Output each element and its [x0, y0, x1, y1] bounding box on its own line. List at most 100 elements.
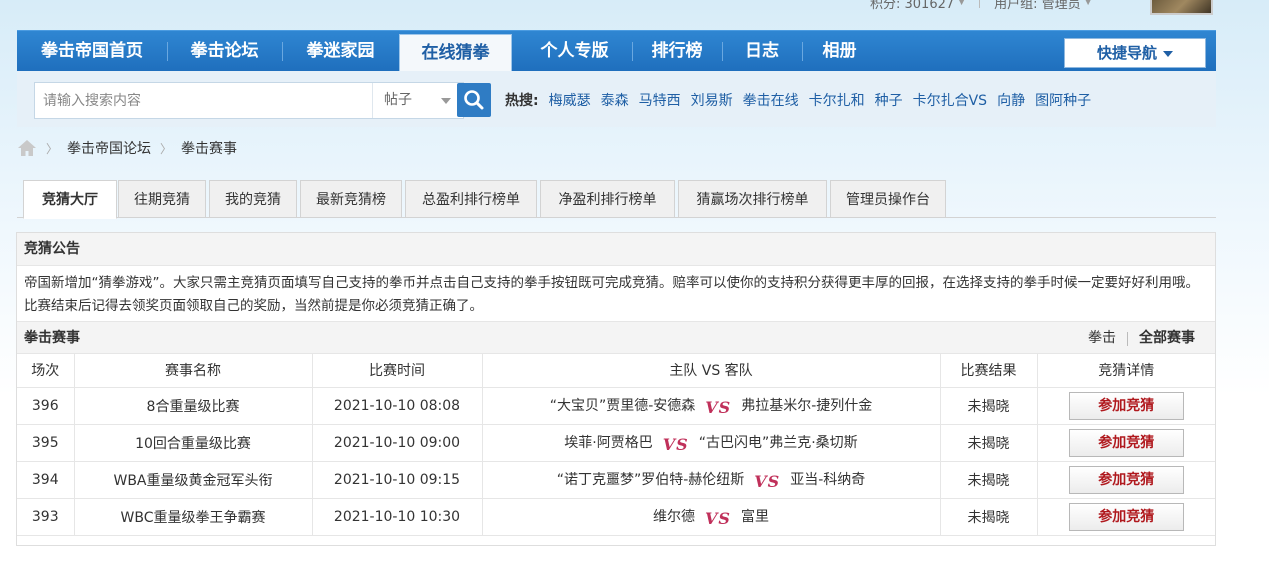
col-header: 竞猜详情: [1036, 354, 1215, 388]
chevron-down-icon[interactable]: ▼: [1085, 0, 1092, 7]
table-header-row: 场次 赛事名称 比赛时间 主队 VS 客队 比赛结果 竞猜详情: [17, 354, 1215, 388]
tab-latest-ranking[interactable]: 最新竞猜榜: [300, 180, 402, 218]
tab-wins-ranking[interactable]: 猜赢场次排行榜单: [678, 180, 827, 218]
vs-icon: VS: [705, 508, 731, 528]
home-fighter: 埃菲·阿贾格巴: [564, 434, 653, 451]
hot-search-link[interactable]: 拳击在线: [743, 90, 799, 110]
col-header: 主队 VS 客队: [481, 354, 941, 388]
hot-search-link[interactable]: 泰森: [601, 90, 629, 110]
nav-item-forum[interactable]: 拳击论坛: [167, 31, 282, 71]
search-box: 帖子: [34, 82, 464, 119]
user-strip: 积分: 301627 ▼ 用户组: 管理员 ▼: [870, 0, 1092, 12]
search-input[interactable]: [35, 83, 371, 118]
hot-search-link[interactable]: 卡尔扎和: [809, 90, 865, 110]
hot-search-link[interactable]: 图阿种子: [1035, 90, 1091, 110]
nav-item-guess[interactable]: 在线猜拳: [399, 34, 512, 72]
event-action: 参加竞猜: [1036, 423, 1215, 462]
event-action: 参加竞猜: [1036, 497, 1215, 536]
away-fighter: 富里: [740, 508, 769, 525]
filter-boxing-link[interactable]: 拳击: [1088, 322, 1116, 355]
chevron-right-icon: 〉: [46, 141, 59, 156]
away-fighter: “古巴闪电”弗兰克·桑切斯: [698, 434, 858, 451]
table-row: 396 8合重量级比赛 2021-10-10 08:08 “大宝贝”贾里德-安德…: [17, 386, 1215, 425]
chevron-right-icon: 〉: [160, 141, 173, 156]
tab-admin-console[interactable]: 管理员操作台: [830, 180, 946, 218]
event-result: 未揭晓: [939, 423, 1038, 462]
breadcrumb-item[interactable]: 拳击赛事: [181, 138, 237, 158]
event-result: 未揭晓: [939, 386, 1038, 425]
home-fighter: 维尔德: [653, 508, 696, 525]
vs-icon: VS: [754, 471, 781, 491]
avatar[interactable]: [1150, 0, 1213, 15]
events-header: 拳击赛事 拳击 全部赛事: [17, 321, 1215, 354]
nav-item-ranking[interactable]: 排行榜: [632, 31, 722, 71]
search-button[interactable]: [457, 83, 491, 117]
user-points: 积分: 301627: [870, 0, 955, 12]
hot-search-link[interactable]: 马特西: [639, 90, 681, 110]
chevron-down-icon: [441, 98, 451, 104]
hot-search-label: 热搜:: [505, 93, 539, 109]
event-no: 393: [17, 497, 75, 536]
search-type-select[interactable]: 帖子: [372, 83, 463, 118]
tab-guess-hall[interactable]: 竞猜大厅: [23, 180, 117, 219]
event-matchup: 维尔德 VS 富里: [481, 497, 941, 536]
event-name: WBC重量级拳王争霸赛: [73, 497, 313, 536]
event-time: 2021-10-10 08:08: [311, 386, 483, 425]
hot-search-link[interactable]: 卡尔扎合VS: [913, 90, 987, 110]
away-fighter: 弗拉基米尔-捷列什金: [741, 397, 873, 414]
search-type-label: 帖子: [384, 92, 412, 108]
join-guess-button[interactable]: 参加竞猜: [1068, 465, 1184, 494]
tab-total-profit[interactable]: 总盈利排行榜单: [405, 180, 537, 218]
nav-item-home[interactable]: 拳击帝国首页: [17, 31, 167, 71]
event-result: 未揭晓: [939, 497, 1038, 536]
tab-net-profit[interactable]: 净盈利排行榜单: [540, 180, 675, 218]
join-guess-button[interactable]: 参加竞猜: [1068, 391, 1184, 420]
home-fighter: “诺丁克噩梦”罗伯特-赫伦纽斯: [556, 471, 745, 488]
hot-search: 热搜: 梅威瑟 泰森 马特西 刘易斯 拳击在线 卡尔扎和 种子 卡尔扎合VS 向…: [505, 90, 1091, 110]
hot-search-link[interactable]: 向静: [997, 90, 1025, 110]
join-guess-button[interactable]: 参加竞猜: [1068, 502, 1184, 531]
event-time: 2021-10-10 09:15: [311, 460, 483, 499]
event-matchup: “诺丁克噩梦”罗伯特-赫伦纽斯 VS 亚当-科纳奇: [481, 460, 941, 499]
breadcrumb: 〉 拳击帝国论坛 〉 拳击赛事: [17, 138, 237, 158]
search-bar: 帖子 热搜: 梅威瑟 泰森 马特西 刘易斯 拳击在线 卡尔扎和 种子 卡尔扎合V…: [17, 71, 1216, 127]
event-result: 未揭晓: [939, 460, 1038, 499]
col-header: 比赛结果: [939, 354, 1038, 388]
chevron-down-icon: [1163, 50, 1173, 57]
tab-past-guess[interactable]: 往期竞猜: [118, 180, 206, 218]
table-row: 394 WBA重量级黄金冠军头衔 2021-10-10 09:15 “诺丁克噩梦…: [17, 460, 1215, 499]
filter-all-link[interactable]: 全部赛事: [1139, 322, 1195, 355]
vs-icon: VS: [662, 434, 689, 454]
col-header: 场次: [17, 354, 75, 388]
quick-nav-label: 快捷导航: [1096, 44, 1157, 62]
home-icon[interactable]: [17, 139, 37, 157]
hot-search-link[interactable]: 种子: [875, 90, 903, 110]
event-action: 参加竞猜: [1036, 460, 1215, 499]
hot-search-link[interactable]: 刘易斯: [691, 90, 733, 110]
event-action: 参加竞猜: [1036, 386, 1215, 425]
quick-nav-button[interactable]: 快捷导航: [1064, 38, 1206, 68]
nav-item-blog[interactable]: 日志: [722, 31, 802, 71]
nav-item-album[interactable]: 相册: [802, 31, 877, 71]
vs-icon: VS: [705, 397, 732, 417]
guess-panel: 竞猜公告 帝国新增加“猜拳游戏”。大家只需主竞猜页面填写自己支持的拳币并点击自己…: [16, 232, 1216, 546]
nav-item-fans[interactable]: 拳迷家园: [282, 31, 399, 71]
tab-my-guess[interactable]: 我的竞猜: [209, 180, 297, 218]
away-fighter: 亚当-科纳奇: [790, 471, 866, 488]
user-group: 用户组: 管理员: [994, 0, 1081, 12]
event-matchup: “大宝贝”贾里德-安德森 VS 弗拉基米尔-捷列什金: [481, 386, 941, 425]
join-guess-button[interactable]: 参加竞猜: [1068, 428, 1184, 457]
divider: [979, 0, 981, 8]
home-fighter: “大宝贝”贾里德-安德森: [549, 397, 696, 414]
chevron-down-icon[interactable]: ▼: [958, 0, 965, 7]
table-row: 395 10回合重量级比赛 2021-10-10 09:00 埃菲·阿贾格巴 VS…: [17, 423, 1215, 462]
event-name: 8合重量级比赛: [73, 386, 313, 425]
hot-search-link[interactable]: 梅威瑟: [549, 90, 591, 110]
nav-item-personal[interactable]: 个人专版: [517, 31, 632, 71]
events-table: 场次 赛事名称 比赛时间 主队 VS 客队 比赛结果 竞猜详情 396 8合重量…: [17, 354, 1215, 536]
notice-text: 帝国新增加“猜拳游戏”。大家只需主竞猜页面填写自己支持的拳币并点击自己支持的拳手…: [24, 275, 1199, 314]
table-row: 393 WBC重量级拳王争霸赛 2021-10-10 10:30 维尔德 VS 富里…: [17, 497, 1215, 536]
col-header: 比赛时间: [311, 354, 483, 388]
breadcrumb-item[interactable]: 拳击帝国论坛: [67, 138, 151, 158]
event-name: 10回合重量级比赛: [73, 423, 313, 462]
